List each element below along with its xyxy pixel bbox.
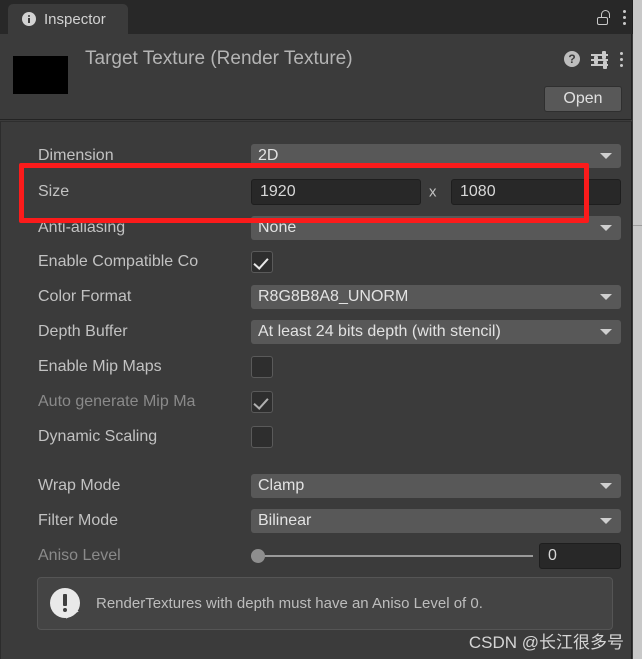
chevron-down-icon	[600, 153, 612, 159]
label-dimension: Dimension	[38, 147, 114, 164]
object-title: Target Texture (Render Texture)	[85, 48, 353, 69]
slider-handle[interactable]	[251, 549, 265, 563]
size-separator: x	[429, 183, 437, 201]
size-height-value: 1080	[460, 183, 496, 200]
dropdown-dimension-value: 2D	[258, 147, 279, 164]
property-row-wrap-mode: Wrap Mode Clamp	[1, 470, 631, 502]
inspector-tab-bar: Inspector	[0, 0, 633, 34]
dropdown-filter-mode[interactable]: Bilinear	[251, 509, 621, 533]
property-row-depth-buffer: Depth Buffer At least 24 bits depth (wit…	[1, 316, 631, 348]
aniso-level-input[interactable]: 0	[539, 543, 621, 569]
dropdown-anti-aliasing[interactable]: None	[251, 216, 621, 240]
warning-box: RenderTextures with depth must have an A…	[37, 577, 613, 630]
label-aniso-level: Aniso Level	[38, 547, 121, 564]
label-enable-mip-maps: Enable Mip Maps	[38, 358, 162, 375]
property-row-dimension: Dimension 2D	[1, 140, 631, 172]
dropdown-wrap-mode-value: Clamp	[258, 477, 305, 494]
kebab-menu-icon[interactable]	[622, 9, 626, 25]
property-row-color-format: Color Format R8G8B8A8_UNORM	[1, 281, 631, 313]
dropdown-wrap-mode[interactable]: Clamp	[251, 474, 621, 498]
property-row-aniso-level: Aniso Level 0	[1, 540, 631, 572]
checkbox-auto-generate-mip-maps[interactable]	[251, 391, 273, 413]
label-color-format: Color Format	[38, 288, 132, 305]
unlocked-padlock-icon[interactable]	[597, 9, 610, 25]
size-width-input[interactable]: 1920	[251, 179, 421, 205]
tab-actions	[597, 0, 626, 34]
object-header: Target Texture (Render Texture) ? Open	[0, 34, 632, 120]
tab-inspector[interactable]: Inspector	[8, 4, 128, 34]
dropdown-depth-buffer[interactable]: At least 24 bits depth (with stencil)	[251, 320, 621, 344]
label-dynamic-scaling: Dynamic Scaling	[38, 428, 158, 445]
texture-preview-thumbnail	[13, 56, 68, 94]
kebab-menu-icon[interactable]	[619, 51, 623, 67]
label-enable-compatible-color-format: Enable Compatible Co	[38, 253, 199, 270]
checkbox-enable-mip-maps[interactable]	[251, 356, 273, 378]
label-size: Size	[38, 183, 70, 200]
label-wrap-mode: Wrap Mode	[38, 477, 121, 494]
info-icon	[22, 12, 36, 26]
property-row-filter-mode: Filter Mode Bilinear	[1, 505, 631, 537]
dropdown-anti-aliasing-value: None	[258, 219, 297, 236]
object-header-icons: ?	[564, 51, 623, 69]
checkbox-dynamic-scaling[interactable]	[251, 426, 273, 448]
aniso-level-value: 0	[548, 547, 557, 564]
size-height-input[interactable]: 1080	[451, 179, 621, 205]
label-anti-aliasing: Anti-aliasing	[38, 219, 126, 236]
dropdown-filter-mode-value: Bilinear	[258, 512, 312, 529]
chevron-down-icon	[600, 225, 612, 231]
property-row-auto-generate-mip-maps: Auto generate Mip Ma	[1, 386, 631, 418]
warning-exclamation-icon	[50, 587, 82, 621]
chevron-down-icon	[600, 518, 612, 524]
chevron-down-icon	[600, 483, 612, 489]
dropdown-dimension[interactable]: 2D	[251, 144, 621, 168]
slider-aniso-level[interactable]	[251, 548, 533, 564]
label-auto-generate-mip-maps: Auto generate Mip Ma	[38, 393, 196, 410]
property-row-enable-compatible-color-format: Enable Compatible Co	[1, 246, 631, 278]
label-filter-mode: Filter Mode	[38, 512, 119, 529]
warning-text: RenderTextures with depth must have an A…	[96, 595, 483, 612]
label-depth-buffer: Depth Buffer	[38, 323, 128, 340]
property-row-enable-mip-maps: Enable Mip Maps	[1, 351, 631, 383]
property-row-dynamic-scaling: Dynamic Scaling	[1, 421, 631, 453]
dropdown-depth-buffer-value: At least 24 bits depth (with stencil)	[258, 323, 501, 340]
tab-inspector-label: Inspector	[44, 10, 106, 28]
chevron-down-icon	[600, 294, 612, 300]
chevron-down-icon	[600, 329, 612, 335]
slider-track	[251, 555, 533, 557]
checkbox-enable-compatible-color-format[interactable]	[251, 251, 273, 273]
csdn-watermark: CSDN @长江很多号	[468, 633, 624, 652]
inspector-window: Inspector Target Texture (Render Texture…	[0, 0, 642, 659]
dropdown-color-format[interactable]: R8G8B8A8_UNORM	[251, 285, 621, 309]
property-row-size: Size 1920 x 1080	[1, 176, 631, 208]
preset-sliders-icon[interactable]	[591, 51, 608, 69]
window-right-edge	[633, 0, 642, 659]
help-question-icon[interactable]: ?	[564, 51, 580, 67]
dropdown-color-format-value: R8G8B8A8_UNORM	[258, 288, 409, 305]
edge-seam	[633, 225, 642, 226]
inspector-body: Dimension 2D Size 1920 x 1080 Anti-alias…	[0, 121, 632, 659]
property-row-anti-aliasing: Anti-aliasing None	[1, 212, 631, 244]
open-button[interactable]: Open	[544, 86, 622, 112]
size-width-value: 1920	[260, 183, 296, 200]
